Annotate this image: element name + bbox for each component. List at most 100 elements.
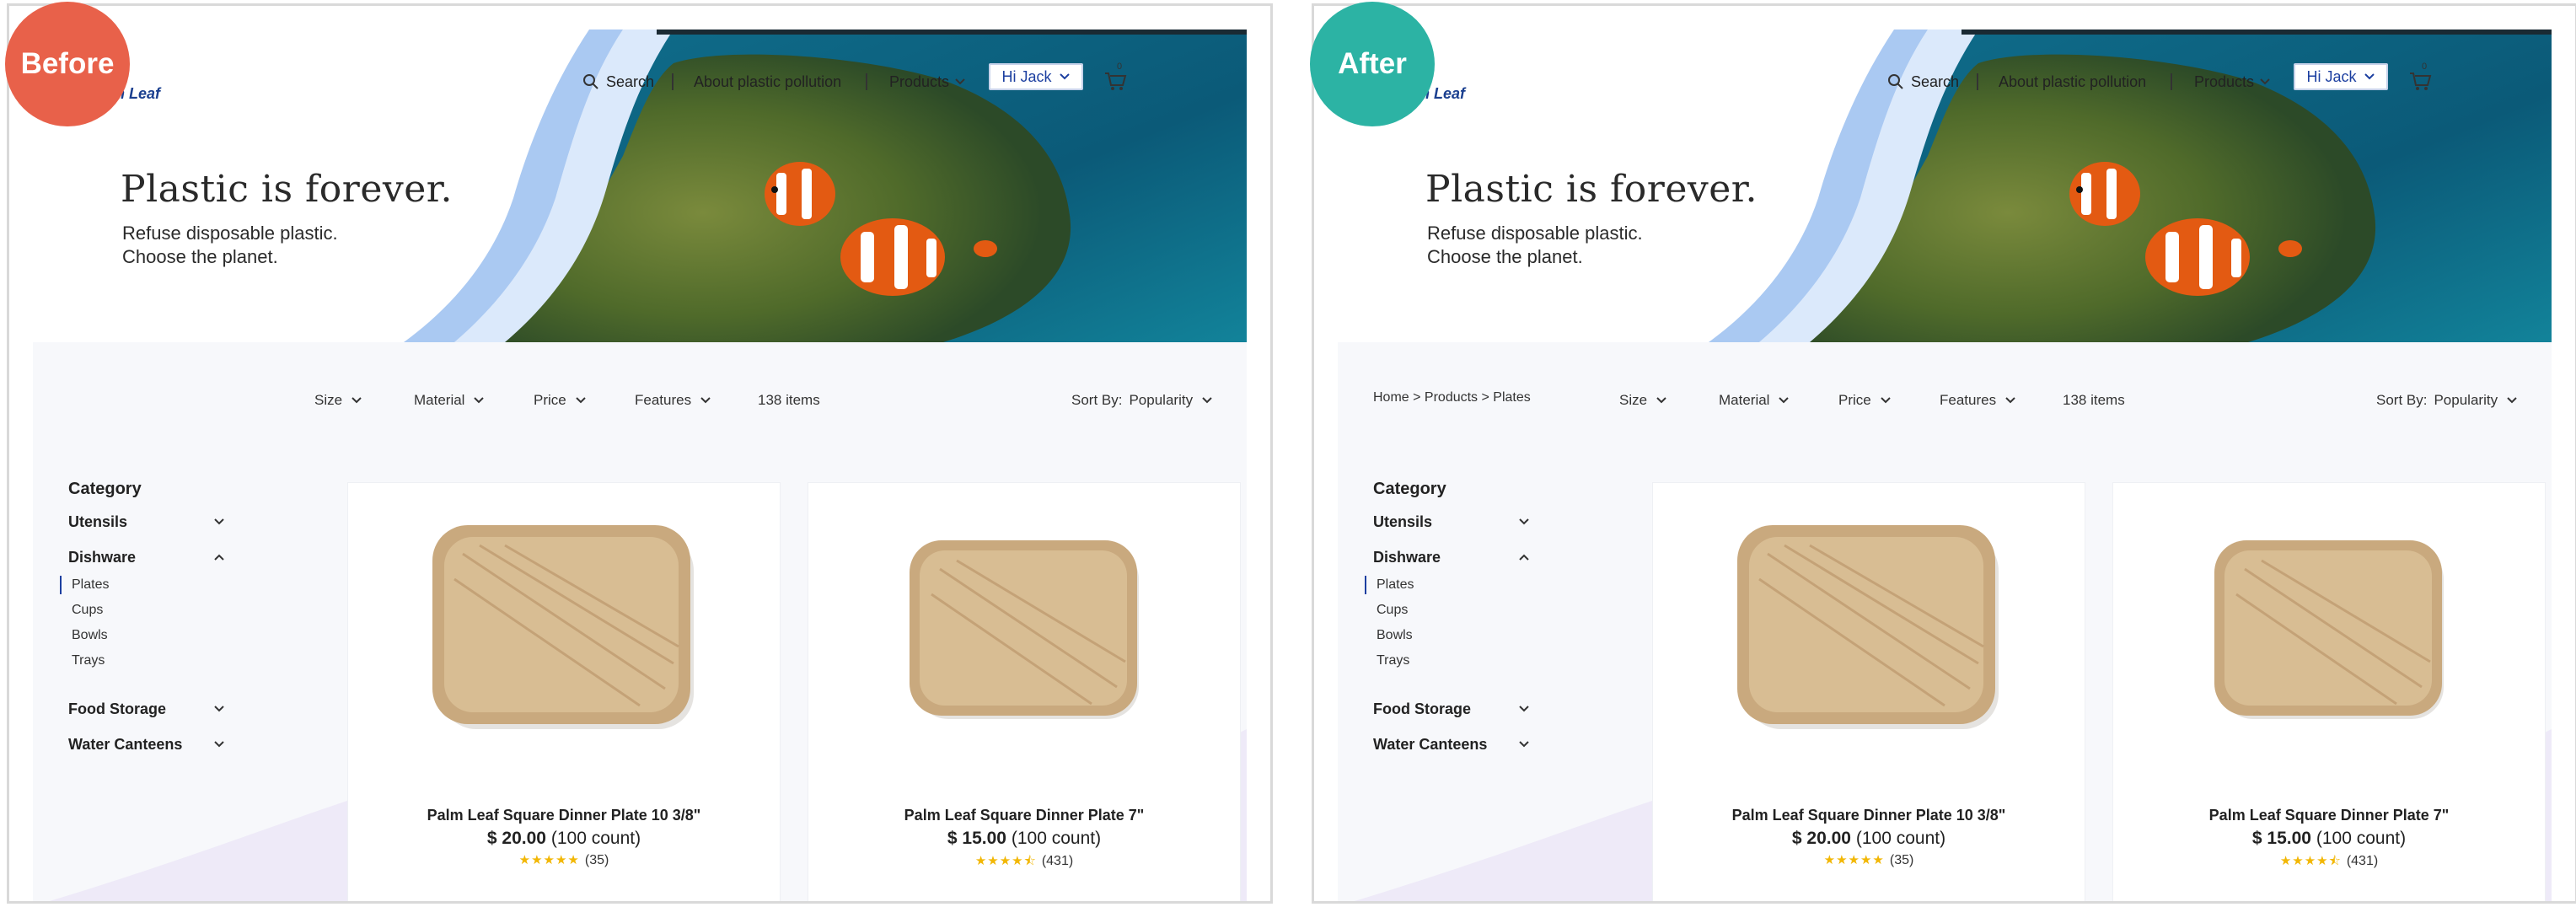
review-count[interactable]: (431)	[2347, 854, 2378, 868]
nav-about[interactable]: About plastic pollution	[1999, 67, 2146, 97]
category-utensils[interactable]: Utensils	[1373, 512, 1530, 532]
sort-label: Sort By:	[2376, 392, 2428, 408]
nav-separator	[866, 73, 867, 90]
before-panel: an Leaf Search About plastic pollution P…	[7, 3, 1273, 904]
sub-item-bowls[interactable]: Bowls	[1377, 628, 1413, 643]
filter-size[interactable]: Size	[314, 390, 362, 411]
category-food-storage[interactable]: Food Storage	[68, 699, 225, 719]
filter-material-label: Material	[414, 392, 465, 408]
chevron-up-icon	[1519, 554, 1529, 561]
sub-item-plates[interactable]: Plates	[1377, 577, 1414, 593]
hero-banner: an Leaf Search About plastic pollution P…	[33, 30, 1247, 342]
price-value: $ 20.00	[486, 829, 546, 848]
filter-material[interactable]: Material	[1719, 390, 1790, 411]
nav-about[interactable]: About plastic pollution	[694, 67, 841, 97]
price-count: (100 count)	[2316, 829, 2407, 848]
product-price: $ 20.00 (100 count)	[348, 829, 780, 849]
product-card[interactable]: Palm Leaf Square Dinner Plate 7" $ 15.00…	[808, 483, 1240, 901]
nav-products[interactable]: Products	[889, 67, 966, 97]
category-label: Water Canteens	[1373, 735, 1488, 753]
cart-icon	[1105, 72, 1127, 90]
before-screen: an Leaf Search About plastic pollution P…	[33, 30, 1247, 901]
after-screen: an Leaf Search About plastic pollution P…	[1338, 30, 2552, 901]
nav-products[interactable]: Products	[2194, 67, 2271, 97]
nav-search[interactable]: Search	[582, 67, 654, 97]
chevron-down-icon	[1519, 706, 1529, 712]
product-image	[1737, 525, 1999, 729]
product-price: $ 15.00 (100 count)	[2113, 829, 2545, 849]
product-name[interactable]: Palm Leaf Square Dinner Plate 7"	[2113, 807, 2545, 824]
sort-dropdown[interactable]: Sort By: Popularity	[1071, 390, 1213, 411]
chevron-up-icon	[214, 554, 224, 561]
product-name[interactable]: Palm Leaf Square Dinner Plate 10 3/8"	[348, 807, 780, 824]
product-rating: ★★★★★ (35)	[1653, 852, 2085, 868]
chevron-down-icon	[1656, 397, 1666, 404]
chevron-down-icon	[474, 397, 485, 404]
cart-button[interactable]: 0	[2408, 62, 2432, 92]
cart-icon	[2410, 72, 2432, 90]
product-image	[432, 525, 694, 729]
category-water-canteens[interactable]: Water Canteens	[1373, 734, 1530, 754]
chevron-down-icon	[1202, 397, 1212, 404]
chevron-down-icon	[955, 78, 965, 85]
chevron-down-icon	[352, 397, 362, 404]
star-rating-icon: ★★★★★	[1823, 853, 1885, 867]
chevron-down-icon	[214, 706, 224, 712]
filter-size[interactable]: Size	[1619, 390, 1667, 411]
product-name[interactable]: Palm Leaf Square Dinner Plate 7"	[808, 807, 1240, 824]
sub-item-trays[interactable]: Trays	[1377, 653, 1409, 668]
before-badge: Before	[5, 2, 130, 126]
filter-features[interactable]: Features	[1940, 390, 2016, 411]
filter-price[interactable]: Price	[1838, 390, 1892, 411]
category-water-canteens[interactable]: Water Canteens	[68, 734, 225, 754]
product-rating: ★★★★⯪ (431)	[808, 852, 1240, 873]
review-count[interactable]: (35)	[1890, 853, 1913, 867]
price-count: (100 count)	[1855, 829, 1946, 848]
price-value: $ 20.00	[1791, 829, 1851, 848]
category-utensils[interactable]: Utensils	[68, 512, 225, 532]
clownfish-1	[2069, 162, 2140, 226]
price-count: (100 count)	[550, 829, 641, 848]
sort-dropdown[interactable]: Sort By: Popularity	[2376, 390, 2518, 411]
chevron-down-icon	[1519, 741, 1529, 748]
sub-item-bowls[interactable]: Bowls	[72, 628, 108, 643]
category-label: Dishware	[1373, 548, 1441, 566]
sub-item-cups[interactable]: Cups	[1377, 603, 1408, 618]
review-count[interactable]: (35)	[585, 853, 609, 867]
filter-price[interactable]: Price	[534, 390, 587, 411]
nav-search[interactable]: Search	[1887, 67, 1959, 97]
user-menu-button[interactable]: Hi Jack	[989, 63, 1083, 90]
cart-button[interactable]: 0	[1103, 62, 1127, 92]
sub-item-plates[interactable]: Plates	[72, 577, 109, 593]
filter-features[interactable]: Features	[635, 390, 711, 411]
chevron-down-icon	[700, 397, 711, 404]
category-title: Category	[1373, 480, 1446, 498]
category-label: Utensils	[68, 513, 128, 530]
user-menu-button[interactable]: Hi Jack	[2294, 63, 2388, 90]
product-card[interactable]: Palm Leaf Square Dinner Plate 7" $ 15.00…	[2113, 483, 2545, 901]
product-card[interactable]: Palm Leaf Square Dinner Plate 10 3/8" $ …	[1653, 483, 2085, 901]
cart-count: 0	[2422, 62, 2428, 72]
filter-material[interactable]: Material	[414, 390, 485, 411]
star-rating-icon: ★★★★★	[518, 853, 580, 867]
selected-indicator	[60, 576, 62, 594]
category-food-storage[interactable]: Food Storage	[1373, 699, 1530, 719]
product-name[interactable]: Palm Leaf Square Dinner Plate 10 3/8"	[1653, 807, 2085, 824]
review-count[interactable]: (431)	[1042, 854, 1073, 868]
nav-products-label: Products	[889, 72, 950, 90]
chevron-down-icon	[576, 397, 586, 404]
chevron-down-icon	[214, 741, 224, 748]
product-card[interactable]: Palm Leaf Square Dinner Plate 10 3/8" $ …	[348, 483, 780, 901]
category-label: Utensils	[1373, 513, 1433, 530]
category-dishware[interactable]: Dishware	[1373, 547, 1530, 567]
clownfish-2	[2145, 218, 2250, 296]
nav-products-label: Products	[2194, 72, 2255, 90]
sub-item-cups[interactable]: Cups	[72, 603, 103, 618]
clownfish-2	[840, 218, 945, 296]
sub-item-trays[interactable]: Trays	[72, 653, 105, 668]
category-dishware[interactable]: Dishware	[68, 547, 225, 567]
clownfish-1	[765, 162, 835, 226]
price-value: $ 15.00	[2251, 829, 2311, 848]
breadcrumb[interactable]: Home > Products > Plates	[1373, 390, 1531, 405]
category-label: Water Canteens	[68, 735, 183, 753]
